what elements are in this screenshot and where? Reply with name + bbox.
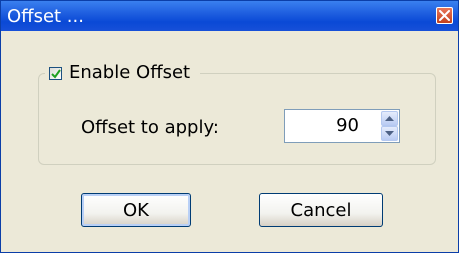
title-bar[interactable]: Offset ... [1, 1, 458, 31]
offset-dialog: Offset ... Enable Offset Offset to apply… [0, 0, 459, 253]
close-button[interactable] [436, 7, 453, 24]
offset-spinner[interactable]: 90 [284, 109, 400, 143]
spin-down-button[interactable] [381, 126, 398, 141]
offset-value-input[interactable]: 90 [336, 116, 359, 136]
enable-offset-toggle[interactable]: Enable Offset [45, 60, 201, 86]
enable-offset-checkbox[interactable] [49, 66, 62, 80]
offset-to-apply-label: Offset to apply: [81, 117, 219, 138]
ok-button[interactable]: OK [81, 193, 191, 227]
enable-offset-label: Enable Offset [69, 62, 191, 83]
spin-up-button[interactable] [381, 111, 398, 126]
dialog-title: Offset ... [7, 6, 84, 27]
cancel-button[interactable]: Cancel [259, 193, 383, 227]
